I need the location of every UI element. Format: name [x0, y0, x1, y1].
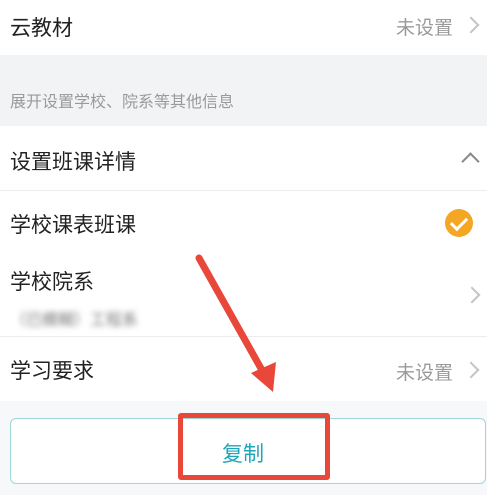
annotation-arrow-icon — [195, 254, 276, 392]
